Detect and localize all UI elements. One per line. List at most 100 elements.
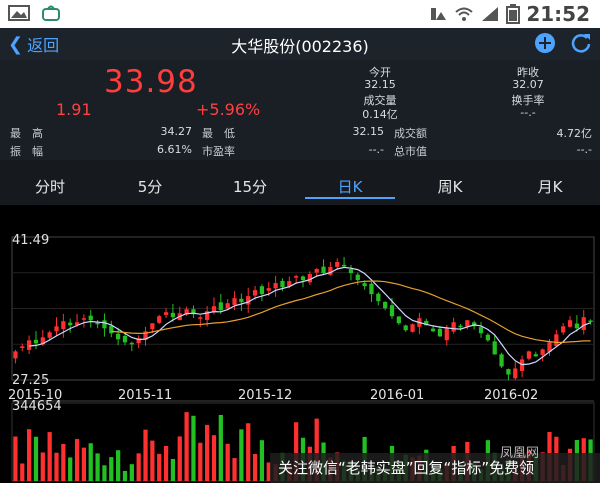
- volume-bar: [239, 429, 244, 481]
- volume-bar: [26, 429, 32, 481]
- volume-bar: [218, 414, 223, 481]
- status-right: 21:52: [428, 2, 590, 26]
- candle-body: [526, 351, 532, 359]
- tab-daily-k[interactable]: 日K: [300, 160, 400, 205]
- watermark-banner: 关注微信“老韩实盘”回复“指标”免费领: [270, 453, 600, 483]
- price-change: 1.91: [56, 100, 92, 119]
- signal-icon: [482, 7, 499, 21]
- candle-body: [150, 323, 155, 330]
- candle-body: [561, 326, 566, 333]
- bag-icon: [42, 5, 60, 21]
- gallery-icon: [8, 5, 30, 21]
- candle-body: [499, 354, 504, 367]
- volume-bar: [13, 436, 18, 481]
- candle-body: [362, 283, 367, 287]
- add-watchlist-button[interactable]: [534, 32, 556, 54]
- candle-body: [252, 290, 258, 296]
- volume-bar: [95, 453, 100, 481]
- volume-bar: [81, 447, 87, 481]
- pe-label: 市盈率: [202, 145, 235, 158]
- volume-bar: [232, 458, 237, 481]
- candle-body: [157, 316, 162, 323]
- page-title: 大华股份(002236): [231, 37, 369, 56]
- high-value: 34.27: [160, 125, 193, 138]
- volume-bar: [163, 445, 169, 481]
- candle-body: [492, 341, 497, 355]
- volume-bar: [136, 453, 141, 481]
- sim-card-icon: [431, 8, 447, 20]
- candle-body: [163, 312, 169, 315]
- candle-body: [33, 339, 39, 344]
- candle-body: [109, 325, 114, 334]
- candle-body: [273, 283, 278, 289]
- mktcap-value: --.-: [576, 143, 592, 156]
- high-label: 最 高: [10, 127, 43, 140]
- volume-bar: [170, 458, 176, 481]
- candle-body: [259, 286, 265, 295]
- volume-bar: [184, 412, 189, 481]
- x-label: 2016-02: [484, 388, 539, 403]
- candle-body: [458, 325, 463, 328]
- quote-panel: 33.98 1.91 +5.96% 今开 32.15 成交量 0.14亿 昨收 …: [0, 60, 600, 160]
- tab-intraday[interactable]: 分时: [0, 160, 100, 205]
- y-min-label: 27.25: [12, 373, 50, 388]
- volume-bar: [211, 435, 217, 481]
- mktcap-label: 总市值: [394, 145, 427, 158]
- volume-bar: [47, 432, 52, 481]
- candle-body: [95, 322, 100, 325]
- candle-body: [513, 368, 518, 379]
- volume-bar: [205, 424, 210, 481]
- open-value: 32.15: [364, 78, 396, 91]
- candle-body: [451, 322, 456, 332]
- volume-bar: [88, 443, 93, 481]
- candle-body: [533, 354, 538, 357]
- candle-body: [574, 323, 580, 329]
- turnover-value: --.-: [520, 106, 536, 119]
- tab-15min[interactable]: 15分: [200, 160, 300, 205]
- clock: 21:52: [526, 2, 590, 26]
- amplitude-value: 6.61%: [157, 143, 192, 156]
- candle-body: [307, 274, 312, 283]
- tab-weekly-k[interactable]: 周K: [400, 160, 500, 205]
- candle-body: [232, 298, 237, 305]
- volume-bar: [191, 415, 196, 481]
- volume-bar: [68, 457, 73, 481]
- candle-body: [389, 305, 395, 317]
- volume-bar: [157, 453, 162, 481]
- volume-bar: [116, 450, 121, 481]
- candle-body: [348, 269, 354, 274]
- volume-bar: [129, 464, 134, 481]
- refresh-button[interactable]: [570, 32, 592, 54]
- candle-body: [61, 321, 66, 329]
- y-max-label: 41.49: [12, 233, 50, 248]
- volume-bar: [61, 443, 66, 481]
- wifi-icon: [455, 7, 473, 21]
- ma20-line: [111, 280, 591, 343]
- low-value: 32.15: [352, 125, 385, 138]
- candle-body: [567, 320, 573, 327]
- candle-body: [280, 280, 285, 288]
- candle-body: [81, 318, 87, 320]
- tab-5min[interactable]: 5分: [100, 160, 200, 205]
- candle-body: [20, 346, 25, 348]
- volume-bar: [109, 457, 114, 481]
- x-label: 2015-10: [8, 388, 63, 403]
- volume-value: 0.14亿: [362, 108, 398, 121]
- candle-body: [47, 332, 52, 338]
- candle-body: [369, 283, 374, 295]
- candle-body: [68, 322, 73, 326]
- x-label: 2015-11: [118, 388, 173, 403]
- candle-body: [300, 276, 306, 281]
- candle-body: [218, 302, 223, 311]
- candle-body: [581, 317, 586, 331]
- tab-monthly-k[interactable]: 月K: [500, 160, 600, 205]
- period-tabs: 分时 5分 15分 日K 周K 月K: [0, 160, 600, 205]
- candle-body: [444, 328, 449, 341]
- volume-bar: [150, 440, 155, 481]
- x-label: 2015-12: [238, 388, 293, 403]
- candle-body: [102, 320, 107, 329]
- amount-value: 4.72亿: [556, 127, 593, 140]
- candle-body: [588, 320, 593, 322]
- brand-watermark: 凤凰网: [500, 446, 540, 461]
- volume-bar: [54, 452, 59, 481]
